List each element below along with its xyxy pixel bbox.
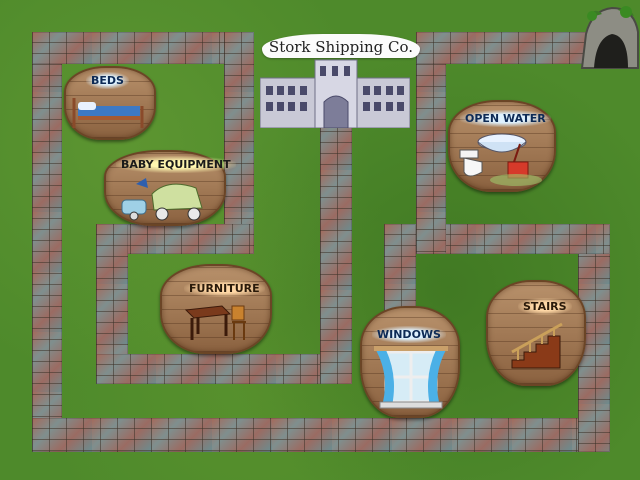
furniture-room[interactable]: FURNITURE	[160, 264, 272, 354]
path-top-right	[416, 32, 594, 64]
open-water-label: OPEN WATER	[460, 110, 551, 127]
baby-equipment-room[interactable]: BABY EQUIPMENT	[104, 150, 236, 226]
baby-equipment-label: BABY EQUIPMENT	[116, 156, 236, 173]
stairs-room[interactable]: STAIRS	[486, 280, 586, 386]
window-icon	[372, 346, 450, 414]
building-icon	[259, 58, 411, 129]
path-top-left	[32, 32, 254, 64]
furniture-label: FURNITURE	[184, 280, 265, 297]
stroller-icon	[118, 174, 218, 226]
path-left-outer	[32, 32, 62, 452]
path-center-vert	[320, 110, 352, 384]
path-bottom-inner	[96, 354, 352, 384]
cave-icon	[578, 4, 640, 70]
path-inner-left-vert	[224, 32, 254, 252]
game-board: Stork Shipping Co. BEDS BABY EQUIPMENT F…	[0, 0, 640, 480]
path-bottom-outer	[32, 418, 610, 452]
windows-room[interactable]: WINDOWS	[360, 306, 460, 418]
path-right-inner-vert	[416, 32, 446, 254]
beds-label: BEDS	[86, 72, 129, 89]
table-chair-icon	[182, 300, 252, 350]
beds-room[interactable]: BEDS	[64, 66, 156, 140]
company-title: Stork Shipping Co.	[262, 34, 420, 58]
open-water-room[interactable]: OPEN WATER	[448, 100, 556, 192]
bed-icon	[70, 88, 146, 136]
tub-toilet-icon	[456, 128, 548, 190]
stairs-icon	[506, 322, 572, 376]
stairs-label: STAIRS	[518, 298, 572, 315]
windows-label: WINDOWS	[372, 326, 446, 343]
